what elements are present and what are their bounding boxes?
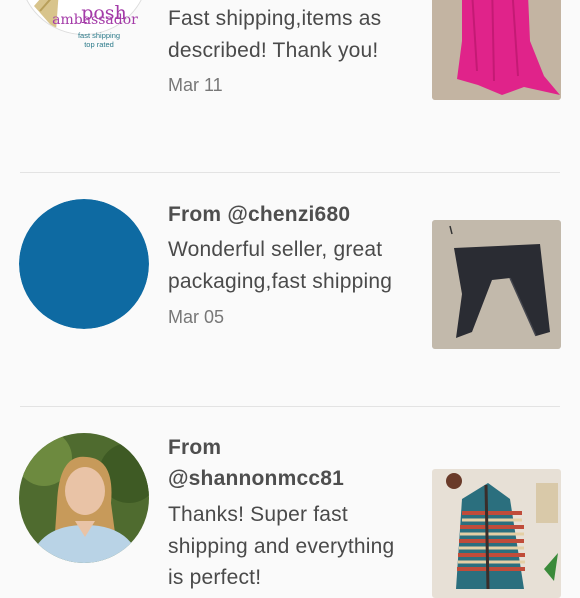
user-avatar[interactable]: [19, 433, 149, 563]
review-date: Mar 11: [168, 75, 223, 95]
review-comment: Thanks! Super fast shipping and everythi…: [168, 503, 395, 589]
review-text-block: From @chenzi680 Wonderful seller, great …: [168, 199, 416, 328]
user-avatar[interactable]: [19, 199, 149, 329]
review-comment: Wonderful seller, great packaging,fast s…: [168, 238, 393, 293]
review-text-block: From @shannonmcc81 Thanks! Super fast sh…: [168, 432, 428, 594]
pink-dress-icon: [432, 0, 561, 100]
review-text-block: Fast shipping,items as described! Thank …: [168, 3, 416, 96]
review-date: Mar 05: [168, 307, 225, 327]
listing-thumbnail[interactable]: [432, 220, 561, 349]
review-divider: [20, 406, 560, 407]
listing-thumbnail[interactable]: [432, 469, 561, 598]
badge-fast-shipping-text: fast shipping: [77, 31, 121, 40]
review-author[interactable]: From @chenzi680: [168, 199, 416, 230]
listing-thumbnail[interactable]: [432, 0, 561, 100]
review-comment: Fast shipping,items as described! Thank …: [168, 7, 382, 62]
striped-cardigan-icon: [432, 469, 561, 598]
woman-portrait-icon: [19, 433, 149, 563]
avatar-circle-icon: [19, 199, 149, 329]
review-author[interactable]: From @shannonmcc81: [168, 432, 368, 494]
badge-ambassador-text: ambassador: [52, 12, 138, 28]
review-divider: [20, 172, 560, 173]
badge-text-block: ambassador fast shipping top rated: [19, 12, 149, 49]
badge-top-rated-text: top rated: [84, 40, 114, 49]
black-leggings-icon: [432, 220, 561, 349]
